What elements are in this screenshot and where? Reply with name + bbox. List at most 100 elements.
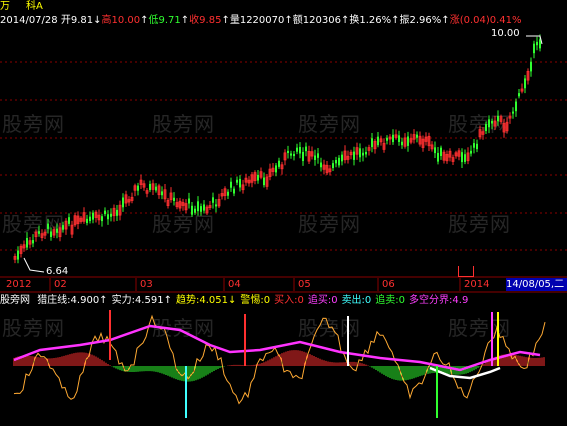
indicator-item: 警惕:0 [240,295,271,306]
kline-chart[interactable] [0,0,567,426]
candle-body [440,147,442,157]
chart-grid [0,61,567,293]
candle-body [230,181,232,188]
candle-body [104,210,106,215]
indicator-item: 买入:0 [274,295,304,306]
candle-body [194,208,196,213]
candle-body [92,212,94,220]
x-label: 05 [298,279,311,290]
x-label: 04 [228,279,241,290]
candle-body [353,151,355,160]
candle-body [341,154,343,162]
indicator-item: 猎庄线:4.900↑ [37,295,108,306]
candle-body [203,204,205,211]
x-label: 2014 [464,279,490,290]
candle-body [536,41,538,46]
candle-body [524,78,526,89]
candle-body [122,197,124,208]
indicator-item: 追买:0 [307,295,338,306]
indicator-header: 股旁网 猎庄线:4.900↑ 实力:4.591↑ 趋势:4.051↓ 警惕:0 买入:0… [0,294,567,308]
candle-body [275,165,277,173]
candle-body [461,152,463,163]
candlestick-series [13,34,543,273]
candle-body [173,197,175,202]
candle-body [407,136,409,146]
candle-body [464,154,466,162]
candle-body [362,152,364,156]
candle-body [32,240,34,244]
x-label: 02 [54,279,67,290]
candle-body [278,160,280,167]
cursor-date: 14/08/05,二 [506,278,567,291]
candle-body [212,197,214,203]
candle-body [257,174,259,181]
candle-body [227,191,229,196]
candle-body [62,225,64,230]
candle-body [116,209,118,216]
candle-body [515,101,517,112]
candle-body [401,141,403,146]
x-label: 03 [140,279,153,290]
indicator-item: 实力:4.591↑ [111,295,172,306]
candle-body [161,191,163,196]
candle-body [299,146,301,154]
candle-body [155,186,157,191]
candle-body [497,115,499,122]
candle-body [110,213,112,217]
candle-body [512,111,514,114]
candle-body [473,143,475,148]
candle-body [293,153,295,157]
candle-body [89,216,91,221]
candle-body [533,43,535,54]
indicator-item: 多空分界:4.9 [409,295,469,306]
candle-body [188,198,190,204]
candle-body [437,152,439,162]
candle-body [56,228,58,233]
low-price-marker: 6.64 [46,266,69,277]
candle-body [17,250,19,260]
candle-body [149,183,151,191]
candle-body [290,153,292,156]
x-label: 06 [382,279,395,290]
signal-marker-icon [458,266,474,277]
indicator-item: 趋势:4.051↓ [175,295,237,306]
candle-body [470,150,472,154]
candle-body [476,143,478,150]
candle-body [38,231,40,234]
candle-body [338,157,340,166]
indicator-series [13,310,546,418]
candle-body [392,134,394,143]
indicator-source: 股旁网 [0,295,30,306]
candle-body [263,177,265,186]
x-axis: 2012 02 03 04 05 06 2014 14/08/05,二 [0,278,567,291]
candle-body [296,147,298,152]
candle-body [26,238,28,248]
candle-body [107,214,109,220]
candle-body [488,119,490,128]
low-pointer [23,257,45,273]
candle-body [371,138,373,148]
candle-body [233,188,235,194]
candle-body [359,148,361,158]
magenta-line [13,324,541,372]
candle-body [197,201,199,212]
candle-body [50,231,52,237]
indicator-item: 卖出:0 [341,295,372,306]
candle-body [386,137,388,141]
candle-body [68,217,70,224]
indicator-item: 追卖:0 [375,295,406,306]
candle-body [320,162,322,168]
candle-body [314,155,316,160]
candle-body [335,159,337,164]
candle-body [200,206,202,212]
candle-body [191,205,193,215]
candle-body [215,204,217,207]
candle-body [485,124,487,131]
candle-body [101,216,103,222]
candle-body [332,163,334,169]
candle-body [86,218,88,224]
candle-body [305,146,307,152]
high-price-marker: 10.00 [491,28,520,39]
candle-body [416,134,418,138]
candle-body [491,120,493,124]
